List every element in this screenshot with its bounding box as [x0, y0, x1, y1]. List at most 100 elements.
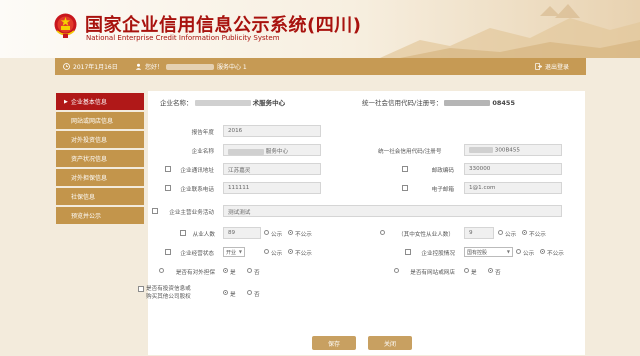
greeting-prefix: 您好！ — [145, 64, 164, 71]
holding-checkbox[interactable] — [405, 249, 411, 255]
sidebar-item-investment-info[interactable]: 对外投资信息 — [56, 131, 144, 148]
sidebar-item-basic-info[interactable]: ▶ 企业基本信息 — [56, 93, 144, 110]
sidebar-item-label: 资产状况信息 — [71, 156, 108, 163]
website-no-radio[interactable] — [488, 268, 493, 273]
website-radio[interactable] — [394, 268, 399, 273]
holding-public-radio[interactable] — [516, 249, 521, 254]
greeting-suffix: 服务中心 1 — [217, 64, 247, 71]
guarantee-yes-radio[interactable] — [223, 268, 228, 273]
redacted-username — [166, 63, 215, 70]
address-field[interactable]: 江苏嘉灵 — [223, 163, 321, 175]
employees-nonpublic-label: 不公示 — [295, 232, 312, 238]
equity-label-line2: 购买其他公司股权 — [146, 294, 191, 300]
report-year-label: 报告年度 — [191, 130, 214, 136]
email-publish-checkbox[interactable] — [402, 185, 408, 191]
equity-yes-radio[interactable] — [223, 290, 228, 295]
status-public-label: 公示 — [271, 251, 283, 257]
postal-code-label: 邮政编码 — [431, 168, 454, 174]
female-employees-radio[interactable] — [380, 230, 385, 235]
equity-no-label: 否 — [254, 292, 260, 298]
credit-code-suffix: 08455 — [492, 99, 515, 107]
female-public-radio[interactable] — [498, 230, 503, 235]
status-nonpublic-label: 不公示 — [295, 251, 312, 257]
phone-publish-checkbox[interactable] — [165, 185, 171, 191]
sidebar-item-website-info[interactable]: 网站或网店信息 — [56, 112, 144, 129]
website-yes-radio[interactable] — [464, 268, 469, 273]
sidebar-item-social-security[interactable]: 社保信息 — [56, 188, 144, 205]
email-field[interactable]: 1@1.com — [464, 182, 562, 194]
employees-nonpublic-radio[interactable] — [288, 230, 293, 235]
website-label: 是否有网站或网店 — [410, 270, 455, 276]
logout-label[interactable]: 退出登录 — [545, 62, 569, 71]
redacted-company-name — [194, 100, 251, 106]
credit-code-field[interactable]: 300B455 — [464, 144, 562, 156]
female-nonpublic-label: 不公示 — [529, 232, 546, 238]
postal-code-field[interactable]: 330000 — [464, 163, 562, 175]
report-year-field[interactable]: 2016 — [223, 125, 321, 137]
national-emblem-icon — [54, 13, 77, 38]
logout-icon — [535, 63, 542, 70]
date-display: 2017年1月16日 — [63, 62, 118, 71]
company-name-field-label: 企业名称 — [191, 149, 214, 155]
user-status-bar: 2017年1月16日 您好！ 服务中心 1 退出登录 — [55, 58, 586, 75]
sidebar-item-label: 对外担保信息 — [71, 175, 108, 182]
credit-code-field-value: 300B455 — [494, 147, 520, 154]
operation-status-select[interactable]: 开业 ▼ — [223, 247, 245, 257]
operation-status-value: 开业 — [226, 250, 237, 256]
main-business-label: 企业主营业务活动 — [169, 210, 214, 216]
address-publish-checkbox[interactable] — [165, 166, 171, 172]
arrow-right-icon: ▶ — [64, 98, 68, 105]
holding-public-label: 公示 — [523, 251, 535, 257]
employees-field[interactable]: 89 — [223, 227, 261, 239]
redacted-code-text — [469, 147, 493, 153]
operation-status-label: 企业经营状态 — [180, 251, 214, 257]
phone-label: 企业联系电话 — [180, 187, 214, 193]
holding-nonpublic-label: 不公示 — [547, 251, 564, 257]
status-checkbox[interactable] — [165, 249, 171, 255]
holding-status-select[interactable]: 国有控股 ▼ — [464, 247, 513, 257]
equity-no-radio[interactable] — [247, 290, 252, 295]
website-yes-label: 是 — [471, 270, 477, 276]
chevron-down-icon: ▼ — [238, 249, 242, 254]
equity-checkbox[interactable] — [138, 286, 144, 292]
employees-public-radio[interactable] — [264, 230, 269, 235]
main-business-field[interactable]: 测试测试 — [223, 205, 562, 217]
sidebar-item-assets-info[interactable]: 资产状况信息 — [56, 150, 144, 167]
credit-code-field-label: 统一社会信用代码/注册号 — [378, 149, 442, 155]
email-label: 电子邮箱 — [431, 187, 454, 193]
female-public-label: 公示 — [505, 232, 517, 238]
chevron-down-icon: ▼ — [506, 249, 510, 254]
holding-status-label: 企业控股情况 — [421, 251, 455, 257]
company-name-field[interactable]: 服务中心 — [223, 144, 321, 156]
employees-checkbox[interactable] — [180, 230, 186, 236]
phone-field[interactable]: 111111 — [223, 182, 321, 194]
sidebar-item-guarantee-info[interactable]: 对外担保信息 — [56, 169, 144, 186]
website-no-label: 否 — [495, 270, 501, 276]
postal-publish-checkbox[interactable] — [402, 166, 408, 172]
close-button[interactable]: 关闭 — [368, 336, 412, 350]
business-publish-checkbox[interactable] — [152, 208, 158, 214]
credit-code-header: 统一社会信用代码/注册号： 08455 — [362, 97, 515, 107]
user-greeting: 您好！ 服务中心 1 — [135, 62, 247, 71]
logout-link[interactable]: 退出登录 — [535, 62, 569, 71]
sidebar-item-preview-publish[interactable]: 预览并公示 — [56, 207, 144, 224]
female-nonpublic-radio[interactable] — [522, 230, 527, 235]
sidebar-item-label: 预览并公示 — [71, 213, 102, 220]
holding-status-value: 国有控股 — [467, 250, 488, 256]
employees-public-label: 公示 — [271, 232, 283, 238]
external-guarantee-label: 是否有对外担保 — [175, 270, 215, 276]
redacted-credit-code — [444, 100, 491, 106]
save-button[interactable]: 保存 — [312, 336, 356, 350]
credit-code-label: 统一社会信用代码/注册号： — [362, 99, 443, 107]
holding-nonpublic-radio[interactable] — [540, 249, 545, 254]
status-public-radio[interactable] — [264, 249, 269, 254]
guarantee-no-label: 否 — [254, 270, 260, 276]
address-label: 企业通讯地址 — [180, 168, 214, 174]
sidebar-item-label: 社保信息 — [71, 194, 96, 201]
site-title-english: National Enterprise Credit Information P… — [86, 34, 280, 42]
guarantee-radio[interactable] — [159, 268, 164, 273]
employees-label: 从业人数 — [192, 232, 215, 238]
female-employees-field[interactable]: 9 — [464, 227, 494, 239]
status-nonpublic-radio[interactable] — [288, 249, 293, 254]
guarantee-no-radio[interactable] — [247, 268, 252, 273]
